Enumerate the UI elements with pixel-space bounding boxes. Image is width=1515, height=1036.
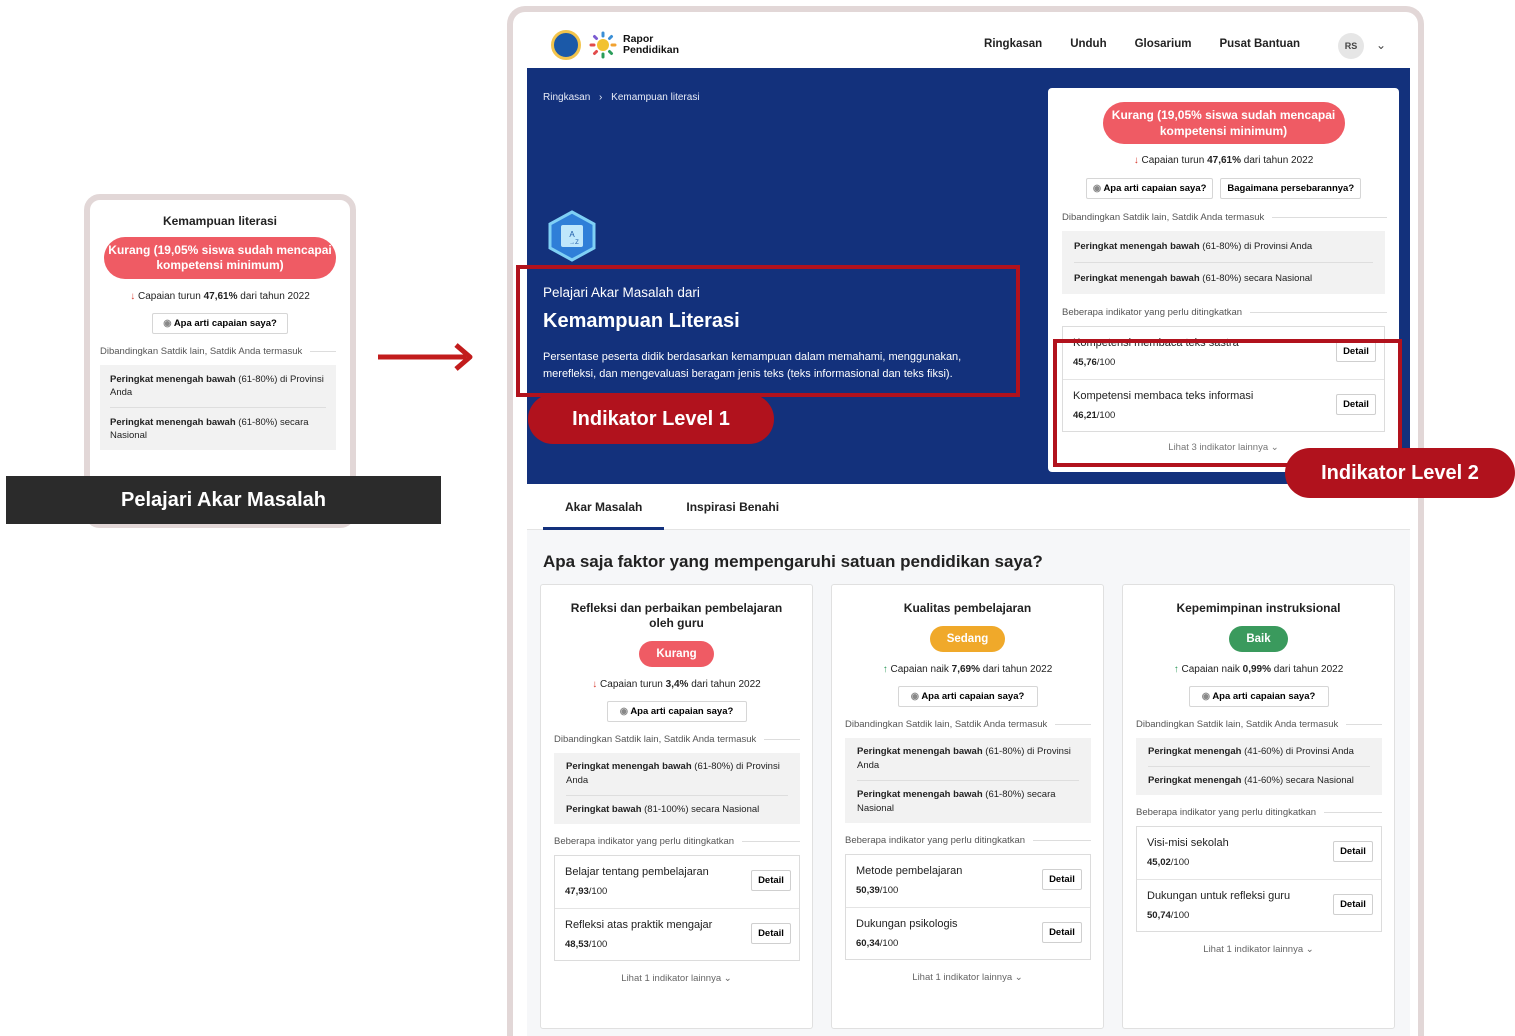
section-heading: Apa saja faktor yang mempengaruhi satuan… (543, 552, 1043, 571)
nav-links: Ringkasan Unduh Glosarium Pusat Bantuan (984, 38, 1300, 50)
mini-trend: ↓ Capaian turun 47,61% dari tahun 2022 (90, 291, 350, 302)
arrow-down-icon: ↓ (592, 679, 598, 690)
indicator-list: Visi-misi sekolah 45,02/100 Detail Dukun… (1136, 826, 1382, 932)
annotation-level2-label: Indikator Level 2 (1285, 448, 1515, 498)
nav-pusat-bantuan[interactable]: Pusat Bantuan (1219, 38, 1300, 50)
see-more-link[interactable]: Lihat 1 indikator lainnya ⌄ (832, 972, 1103, 983)
arrow-right-icon (378, 343, 473, 371)
rank-box: Peringkat menengah (41-60%) di Provinsi … (1136, 738, 1382, 795)
breadcrumb-current: Kemampuan literasi (611, 92, 700, 103)
eye-icon: ◉ (1201, 691, 1211, 702)
mini-trend-value: 47,61% (203, 291, 238, 302)
mini-meaning-button[interactable]: ◉ Apa arti capaian saya? (152, 313, 288, 334)
chevron-down-icon: ⌄ (723, 973, 732, 984)
chevron-down-icon: ⌄ (1305, 944, 1314, 955)
mini-trend-suffix: dari tahun 2022 (240, 291, 310, 302)
eye-icon: ◉ (163, 318, 172, 329)
status-badge: Kurang (639, 641, 714, 667)
meaning-button[interactable]: ◉ Apa arti capaian saya? (1085, 178, 1214, 199)
arrow-down-icon: ↓ (130, 291, 136, 302)
list-item: Refleksi atas praktik mengajar 48,53/100… (555, 908, 799, 960)
detail-button[interactable]: Detail (751, 923, 791, 944)
detail-page-frame: Rapor Pendidikan Ringkasan Unduh Glosari… (507, 6, 1424, 1036)
summary-trend: ↓ Capaian turun 47,61% dari tahun 2022 (1133, 155, 1314, 166)
tab-inspirasi-benahi[interactable]: Inspirasi Benahi (664, 492, 801, 530)
breadcrumb-home[interactable]: Ringkasan (543, 92, 590, 103)
indicators-label: Beberapa indikator yang perlu ditingkatk… (1062, 307, 1399, 318)
nav-glosarium[interactable]: Glosarium (1135, 38, 1192, 50)
mini-card-title: Kemampuan literasi (162, 214, 278, 228)
rank-box: Peringkat menengah bawah (61-80%) di Pro… (1062, 231, 1385, 294)
tab-bar: Akar Masalah Inspirasi Benahi (543, 492, 801, 530)
detail-button[interactable]: Detail (1042, 869, 1082, 890)
rank-province: Peringkat menengah bawah (61-80%) di Pro… (1074, 241, 1313, 252)
svg-text:A: A (569, 230, 575, 239)
annotation-level1-box (516, 265, 1020, 397)
nav-ringkasan[interactable]: Ringkasan (984, 38, 1042, 50)
list-item: Dukungan psikologis 60,34/100 Detail (846, 907, 1090, 959)
eye-icon: ◉ (619, 706, 629, 717)
status-badge: Kurang (19,05% siswa sudah mencapai komp… (1102, 102, 1345, 144)
list-item: Visi-misi sekolah 45,02/100 Detail (1137, 827, 1381, 879)
eye-icon: ◉ (910, 691, 920, 702)
svg-text:→Z: →Z (569, 240, 579, 246)
status-badge: Baik (1229, 626, 1288, 652)
see-more-link[interactable]: Lihat 1 indikator lainnya ⌄ (541, 973, 812, 984)
rank-national: Peringkat menengah bawah (61-80%) secara… (1074, 262, 1373, 294)
arrow-down-icon: ↓ (1133, 155, 1139, 166)
detail-button[interactable]: Detail (1333, 841, 1373, 862)
logo-text: Rapor Pendidikan (623, 33, 680, 56)
tab-akar-masalah[interactable]: Akar Masalah (543, 492, 665, 530)
mini-rank-national: Peringkat menengah bawah (61-80%) secara… (110, 407, 326, 450)
list-item: Dukungan untuk refleksi guru 50,74/100 D… (1137, 879, 1381, 931)
mini-meaning-label: Apa arti capaian saya? (173, 318, 277, 329)
list-item: Belajar tentang pembelajaran 47,93/100 D… (555, 856, 799, 908)
annotation-level1-label: Indikator Level 1 (528, 394, 774, 444)
summary-buttons: ◉ Apa arti capaian saya? Bagaimana perse… (1048, 178, 1399, 199)
book-icon: A →Z (548, 210, 596, 262)
see-more-link[interactable]: Lihat 1 indikator lainnya ⌄ (1123, 944, 1394, 955)
mini-rank-box: Peringkat menengah bawah (61-80%) di Pro… (100, 365, 336, 450)
breadcrumb: Ringkasan › Kemampuan literasi (543, 92, 700, 103)
detail-button[interactable]: Detail (1333, 894, 1373, 915)
chevron-down-icon: ⌄ (1014, 972, 1023, 983)
meaning-button[interactable]: ◉ Apa arti capaian saya? (897, 686, 1038, 707)
meaning-button[interactable]: ◉ Apa arti capaian saya? (1188, 686, 1329, 707)
avatar[interactable]: RS (1338, 33, 1364, 59)
mini-status-badge: Kurang (19,05% siswa sudah mencapai komp… (104, 237, 336, 279)
top-navigation: Rapor Pendidikan Ringkasan Unduh Glosari… (527, 12, 1410, 68)
factor-card-kepemimpinan: Kepemimpinan instruksional Baik ↑ Capaia… (1122, 584, 1395, 1029)
nav-unduh[interactable]: Unduh (1070, 38, 1106, 50)
eye-icon: ◉ (1092, 183, 1102, 194)
sun-logo-icon (589, 31, 617, 59)
detail-button[interactable]: Detail (1042, 922, 1082, 943)
mini-rank-province: Peringkat menengah bawah (61-80%) di Pro… (110, 374, 324, 398)
emblem-icon (551, 30, 581, 60)
arrow-up-icon: ↑ (882, 664, 888, 675)
indicator-list: Metode pembelajaran 50,39/100 Detail Duk… (845, 854, 1091, 960)
chevron-right-icon: › (599, 92, 603, 103)
indicator-list: Belajar tentang pembelajaran 47,93/100 D… (554, 855, 800, 961)
compare-label: Dibandingkan Satdik lain, Satdik Anda te… (1062, 212, 1399, 223)
meaning-button[interactable]: ◉ Apa arti capaian saya? (606, 701, 747, 722)
rank-box: Peringkat menengah bawah (61-80%) di Pro… (554, 753, 800, 824)
detail-button[interactable]: Detail (751, 870, 791, 891)
status-badge: Sedang (929, 626, 1006, 652)
rank-box: Peringkat menengah bawah (61-80%) di Pro… (845, 738, 1091, 823)
factor-card-refleksi: Refleksi dan perbaikan pembelajaran oleh… (540, 584, 813, 1029)
app-logo[interactable]: Rapor Pendidikan (551, 30, 679, 60)
mini-trend-prefix: Capaian turun (137, 291, 201, 302)
list-item: Metode pembelajaran 50,39/100 Detail (846, 855, 1090, 907)
distribution-button[interactable]: Bagaimana persebarannya? (1220, 178, 1362, 199)
arrow-up-icon: ↑ (1173, 664, 1179, 675)
learn-root-cause-button[interactable]: Pelajari Akar Masalah (6, 476, 441, 524)
chevron-down-icon[interactable]: ⌄ (1376, 38, 1386, 52)
factor-card-kualitas: Kualitas pembelajaran Sedang ↑ Capaian n… (831, 584, 1104, 1029)
mini-compare-label: Dibandingkan Satdik lain, Satdik Anda te… (100, 346, 350, 357)
